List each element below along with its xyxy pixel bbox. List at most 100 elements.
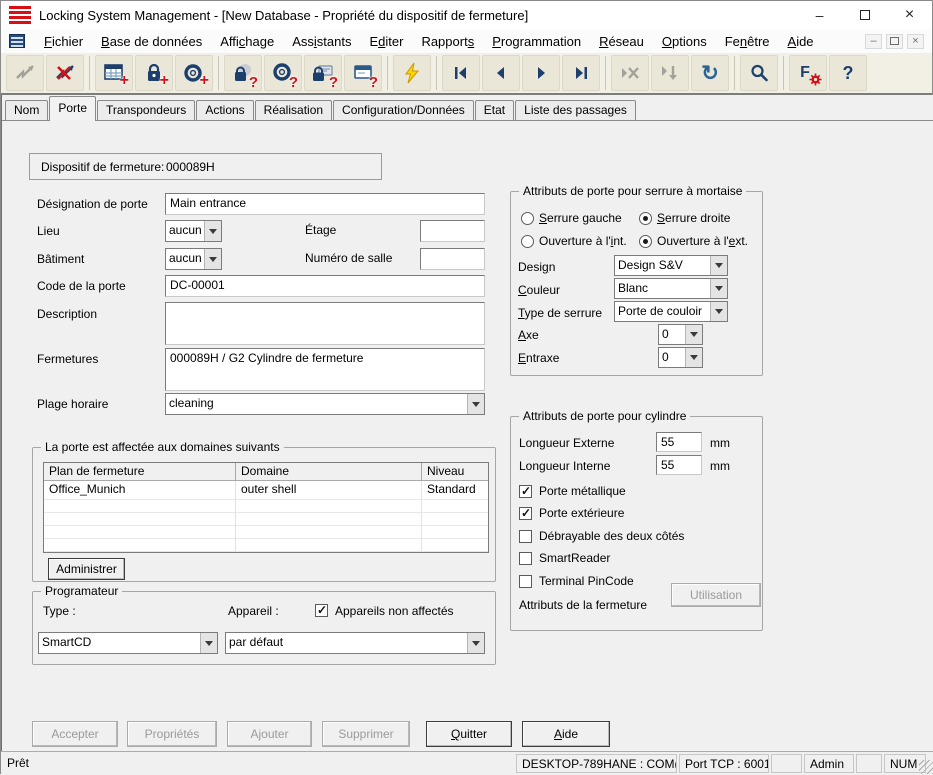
fermetures-textarea[interactable]: 000089H / G2 Cylindre de fermeture bbox=[165, 348, 485, 391]
programmer-type-select[interactable]: SmartCD bbox=[38, 632, 218, 654]
plage-horaire-select[interactable]: cleaning bbox=[165, 393, 485, 415]
search-button[interactable] bbox=[740, 55, 778, 91]
column-header[interactable]: Niveau bbox=[422, 463, 488, 481]
menu-reseau[interactable]: Réseau bbox=[590, 31, 653, 52]
mdi-restore-button[interactable] bbox=[886, 34, 903, 49]
tab-nom[interactable]: Nom bbox=[5, 100, 48, 120]
utilisation-button[interactable]: Utilisation bbox=[671, 583, 761, 607]
tab-transpondeurs[interactable]: Transpondeurs bbox=[97, 100, 195, 120]
read-network-button[interactable]: ? bbox=[344, 55, 382, 91]
ouverture-int-radio[interactable] bbox=[521, 235, 534, 248]
first-record-button[interactable] bbox=[442, 55, 480, 91]
axe-select[interactable]: 0 bbox=[658, 324, 703, 345]
tab-configuration-donnees[interactable]: Configuration/Données bbox=[333, 100, 474, 120]
ajouter-button[interactable]: Ajouter bbox=[227, 721, 312, 747]
tab-porte[interactable]: Porte bbox=[49, 96, 96, 121]
design-select[interactable]: Design S&V bbox=[614, 255, 728, 276]
menu-fenetre[interactable]: Fenêtre bbox=[716, 31, 779, 52]
accepter-button[interactable]: Accepter bbox=[32, 721, 118, 747]
programmer-device-select[interactable]: par défaut bbox=[225, 632, 485, 654]
type-de-serrure-select[interactable]: Porte de couloir bbox=[614, 301, 728, 322]
porte-exterieure-checkbox[interactable] bbox=[519, 507, 532, 520]
description-textarea[interactable] bbox=[165, 302, 485, 345]
table-row[interactable]: Office_Munich outer shell Standard bbox=[44, 481, 488, 500]
refresh-button[interactable]: ↻ bbox=[691, 55, 729, 91]
batiment-select[interactable]: aucun bbox=[165, 248, 222, 270]
ouverture-ext-radio[interactable] bbox=[639, 235, 652, 248]
filter-button[interactable]: F bbox=[789, 55, 827, 91]
new-lock-button[interactable]: + bbox=[135, 55, 173, 91]
serrure-droite-radio[interactable] bbox=[639, 212, 652, 225]
question-overlay-icon: ? bbox=[249, 75, 258, 90]
last-record-button[interactable] bbox=[562, 55, 600, 91]
tab-liste-des-passages[interactable]: Liste des passages bbox=[515, 100, 636, 120]
code-input[interactable]: DC-00001 bbox=[165, 275, 485, 297]
porte-metallique-checkbox[interactable] bbox=[519, 485, 532, 498]
dropdown-arrow-icon[interactable] bbox=[685, 348, 702, 367]
tab-realisation[interactable]: Réalisation bbox=[255, 100, 332, 120]
couleur-select[interactable]: Blanc bbox=[614, 278, 728, 299]
dropdown-arrow-icon[interactable] bbox=[710, 256, 727, 275]
read-transponder-button[interactable]: ? bbox=[264, 55, 302, 91]
menu-affichage[interactable]: Affichage bbox=[211, 31, 283, 52]
close-button[interactable]: × bbox=[887, 1, 932, 29]
read-lock-button[interactable]: ? bbox=[224, 55, 262, 91]
menu-editer[interactable]: Editer bbox=[360, 31, 412, 52]
terminal-pincode-checkbox[interactable] bbox=[519, 575, 532, 588]
apply-button[interactable] bbox=[651, 55, 689, 91]
help-button[interactable]: ? bbox=[829, 55, 867, 91]
minimize-button[interactable]: – bbox=[797, 1, 842, 29]
read-mifare-button[interactable]: ? bbox=[304, 55, 342, 91]
longueur-externe-input[interactable]: 55 bbox=[656, 432, 702, 452]
tab-etat[interactable]: Etat bbox=[475, 100, 514, 120]
entraxe-select[interactable]: 0 bbox=[658, 347, 703, 368]
smartreader-checkbox[interactable] bbox=[519, 552, 532, 565]
appareils-non-affectes-checkbox[interactable] bbox=[315, 604, 328, 617]
matrix-view-off-button[interactable] bbox=[46, 55, 84, 91]
abort-button[interactable] bbox=[611, 55, 649, 91]
dropdown-arrow-icon[interactable] bbox=[685, 325, 702, 344]
dropdown-arrow-icon[interactable] bbox=[710, 279, 727, 298]
column-header[interactable]: Plan de fermeture bbox=[44, 463, 236, 481]
supprimer-button[interactable]: Supprimer bbox=[322, 721, 410, 747]
maximize-button[interactable] bbox=[842, 1, 887, 29]
proprietes-button[interactable]: Propriétés bbox=[127, 721, 217, 747]
column-header[interactable]: Domaine bbox=[236, 463, 422, 481]
menu-options[interactable]: Options bbox=[653, 31, 716, 52]
domains-table[interactable]: Plan de fermeture Domaine Niveau Office_… bbox=[43, 462, 489, 553]
dropdown-arrow-icon[interactable] bbox=[467, 633, 484, 653]
menu-base-de-donnees[interactable]: Base de données bbox=[92, 31, 211, 52]
lightning-icon bbox=[402, 62, 422, 84]
menu-programmation[interactable]: Programmation bbox=[483, 31, 590, 52]
previous-record-button[interactable] bbox=[482, 55, 520, 91]
new-transponder-button[interactable]: + bbox=[175, 55, 213, 91]
administrer-button[interactable]: Administrer bbox=[48, 558, 125, 580]
mdi-minimize-button[interactable]: – bbox=[865, 34, 882, 49]
next-record-button[interactable] bbox=[522, 55, 560, 91]
new-locking-system-button[interactable]: + bbox=[95, 55, 133, 91]
menu-assistants[interactable]: Assistants bbox=[283, 31, 360, 52]
tab-actions[interactable]: Actions bbox=[196, 100, 253, 120]
dropdown-arrow-icon[interactable] bbox=[204, 249, 221, 269]
dropdown-arrow-icon[interactable] bbox=[710, 302, 727, 321]
designation-input[interactable]: Main entrance bbox=[165, 193, 485, 215]
matrix-view-button[interactable] bbox=[6, 55, 44, 91]
program-button[interactable] bbox=[393, 55, 431, 91]
mdi-close-button[interactable]: × bbox=[907, 34, 924, 49]
lieu-select[interactable]: aucun bbox=[165, 220, 222, 242]
quitter-button[interactable]: Quitter bbox=[426, 721, 512, 747]
etage-input[interactable] bbox=[420, 220, 485, 242]
menu-aide[interactable]: Aide bbox=[779, 31, 823, 52]
dropdown-arrow-icon[interactable] bbox=[204, 221, 221, 241]
menu-fichier[interactable]: Fichier bbox=[35, 31, 92, 52]
dropdown-arrow-icon[interactable] bbox=[200, 633, 217, 653]
resize-grip[interactable] bbox=[919, 760, 933, 774]
longueur-interne-input[interactable]: 55 bbox=[656, 455, 702, 475]
serrure-gauche-radio[interactable] bbox=[521, 212, 534, 225]
debrayable-checkbox[interactable] bbox=[519, 530, 532, 543]
previous-record-icon bbox=[491, 65, 511, 81]
dropdown-arrow-icon[interactable] bbox=[467, 394, 484, 414]
menu-rapports[interactable]: Rapports bbox=[412, 31, 483, 52]
aide-button[interactable]: Aide bbox=[522, 721, 610, 747]
salle-input[interactable] bbox=[420, 248, 485, 270]
